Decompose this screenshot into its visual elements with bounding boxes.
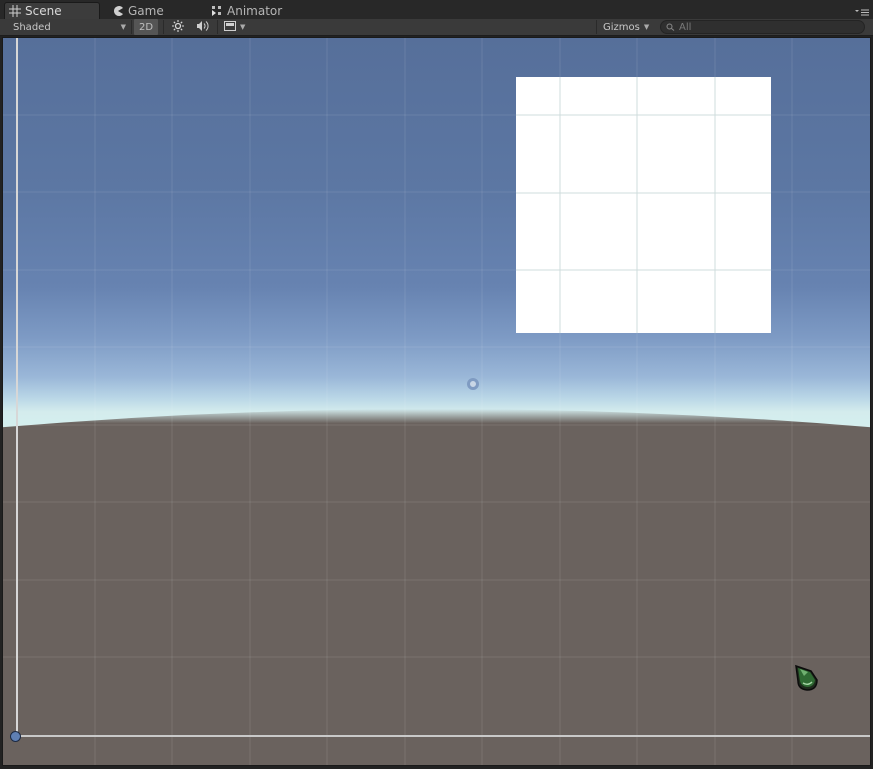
search-icon bbox=[666, 21, 676, 34]
speaker-icon bbox=[196, 20, 210, 35]
scene-viewport[interactable] bbox=[2, 37, 871, 766]
window-tab-bar: Scene Game Animator bbox=[0, 0, 873, 19]
tab-scene[interactable]: Scene bbox=[4, 2, 100, 19]
gizmos-label: Gizmos bbox=[603, 21, 640, 33]
audio-source-gizmo-icon[interactable] bbox=[792, 663, 820, 693]
sun-icon bbox=[172, 19, 184, 35]
grid-icon bbox=[9, 5, 21, 17]
origin-handle[interactable] bbox=[10, 731, 21, 742]
chevron-down-icon: ▼ bbox=[240, 23, 246, 31]
vertical-axis-line bbox=[16, 37, 18, 737]
animator-icon bbox=[211, 5, 223, 17]
horizontal-axis-line bbox=[16, 735, 871, 737]
audio-toggle[interactable] bbox=[192, 19, 214, 35]
hierarchy-search[interactable] bbox=[660, 20, 865, 34]
toolbar-divider bbox=[596, 20, 597, 34]
image-icon bbox=[224, 20, 236, 34]
tab-animator-label: Animator bbox=[227, 3, 283, 18]
scene-toolbar: Shaded ▼ 2D ▼ Gizmos ▼ bbox=[0, 19, 873, 36]
panel-menu-icon[interactable] bbox=[855, 7, 869, 17]
toolbar-divider bbox=[163, 20, 164, 34]
canvas-grid bbox=[516, 77, 771, 333]
tab-game-label: Game bbox=[128, 3, 164, 18]
2d-mode-toggle[interactable]: 2D bbox=[134, 19, 158, 35]
chevron-down-icon: ▼ bbox=[643, 23, 650, 31]
toolbar-divider bbox=[131, 20, 132, 34]
search-input[interactable] bbox=[679, 21, 859, 33]
tab-animator[interactable]: Animator bbox=[207, 2, 297, 19]
tab-scene-label: Scene bbox=[25, 4, 62, 18]
effects-dropdown[interactable]: ▼ bbox=[220, 19, 254, 35]
shading-mode-label: Shaded bbox=[13, 21, 51, 33]
pacman-icon bbox=[112, 5, 124, 17]
gizmos-dropdown[interactable]: Gizmos ▼ bbox=[599, 19, 653, 35]
tab-game[interactable]: Game bbox=[108, 2, 178, 19]
lighting-toggle[interactable] bbox=[168, 19, 188, 35]
pivot-handle[interactable] bbox=[467, 378, 479, 390]
toolbar-divider bbox=[217, 20, 218, 34]
chevron-down-icon: ▼ bbox=[120, 23, 126, 31]
shading-mode-dropdown[interactable]: Shaded ▼ bbox=[4, 19, 128, 35]
ui-canvas-rect[interactable] bbox=[516, 77, 771, 333]
